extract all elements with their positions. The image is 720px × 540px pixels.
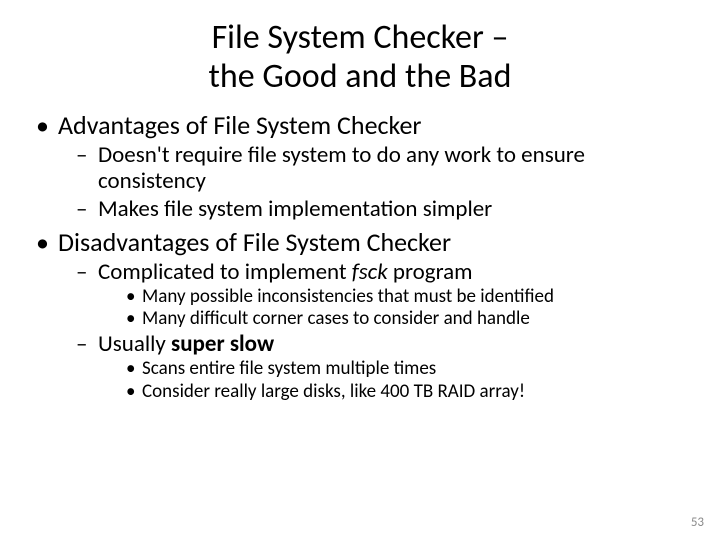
slide-title: File System Checker – the Good and the B… <box>0 0 720 96</box>
bullet-text: Doesn't require file system to do any wo… <box>98 141 585 195</box>
list-item: Scans entire file system multiple times <box>98 358 690 380</box>
page-number: 53 <box>691 515 704 530</box>
bullet-text: Disadvantages of File System Checker <box>58 226 451 258</box>
bullet-text: Many possible inconsistencies that must … <box>142 285 554 308</box>
list-item: Disadvantages of File System Checker Com… <box>30 227 690 403</box>
list-item: Many difficult corner cases to consider … <box>98 308 690 330</box>
list-item: Doesn't require file system to do any wo… <box>58 143 690 195</box>
bullet-text: Scans entire file system multiple times <box>142 357 436 380</box>
bullet-text: Complicated to implement <box>98 258 352 286</box>
title-line-1: File System Checker – <box>212 17 509 58</box>
slide-body: Advantages of File System Checker Doesn'… <box>0 96 720 403</box>
bullet-text: program <box>388 258 473 286</box>
list-item: Many possible inconsistencies that must … <box>98 286 690 308</box>
list-item: Consider really large disks, like 400 TB… <box>98 381 690 403</box>
bullet-emphasis: super slow <box>171 330 274 358</box>
list-item: Usually super slow Scans entire file sys… <box>58 332 690 403</box>
list-item: Complicated to implement fsck program Ma… <box>58 260 690 331</box>
list-item: Makes file system implementation simpler <box>58 197 690 223</box>
slide: File System Checker – the Good and the B… <box>0 0 720 540</box>
bullet-text: Consider really large disks, like 400 TB… <box>142 380 525 403</box>
bullet-text: Usually <box>98 330 171 358</box>
list-item: Advantages of File System Checker Doesn'… <box>30 110 690 222</box>
bullet-emphasis: fsck <box>352 258 388 286</box>
bullet-text: Many difficult corner cases to consider … <box>142 307 530 330</box>
title-line-2: the Good and the Bad <box>209 56 512 97</box>
bullet-text: Makes file system implementation simpler <box>98 195 492 223</box>
bullet-text: Advantages of File System Checker <box>58 109 422 141</box>
